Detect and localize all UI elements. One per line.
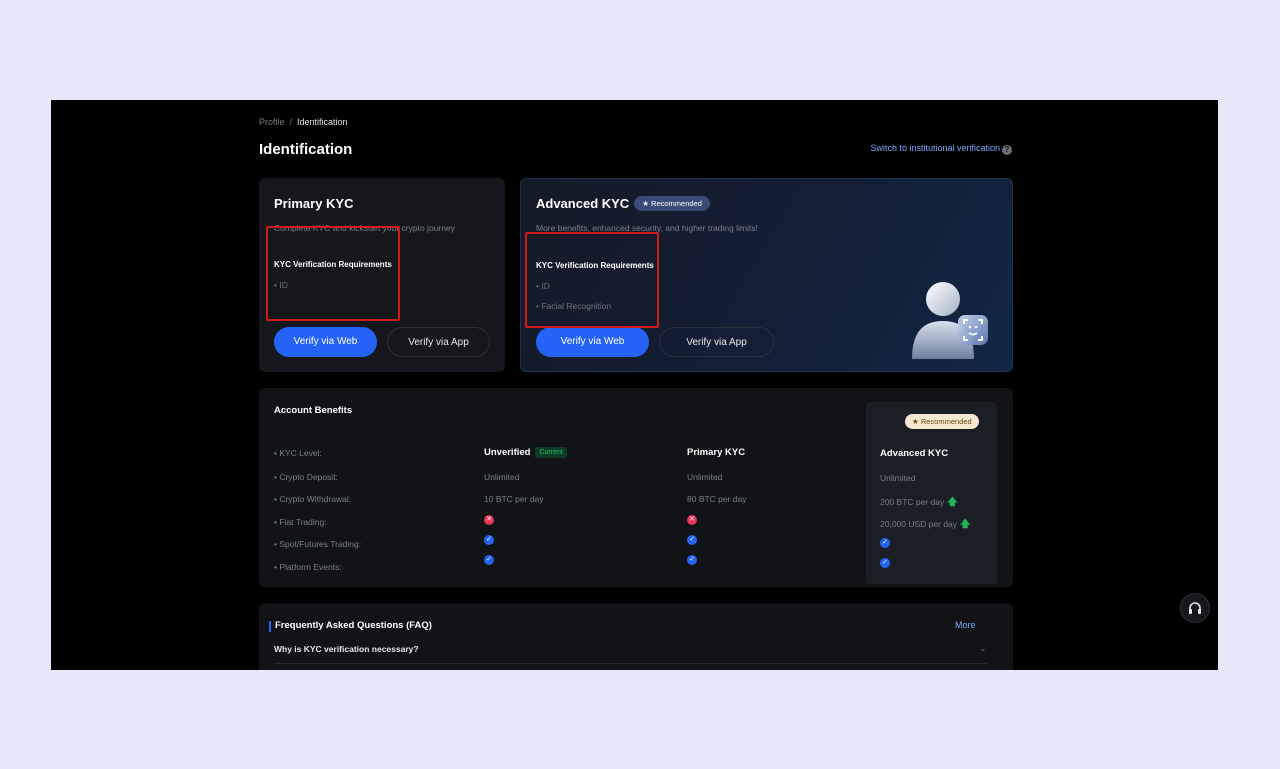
primary-verify-app-button[interactable]: Verify via App xyxy=(387,327,490,357)
switch-institutional-link[interactable]: Switch to institutional verification? xyxy=(811,143,1012,155)
app-frame: Profile / Identification Identification Sw… xyxy=(51,100,1218,670)
primary-deposit: Unlimited xyxy=(687,472,723,482)
headset-icon xyxy=(1189,602,1201,614)
breadcrumb-profile[interactable]: Profile xyxy=(259,117,285,127)
check-circle-icon: ✓ xyxy=(687,535,697,545)
advanced-recommended-label: Recommended xyxy=(920,417,972,426)
faq-divider xyxy=(274,663,987,664)
primary-requirements-highlight xyxy=(266,226,400,321)
account-benefits-title: Account Benefits xyxy=(274,405,353,416)
advanced-requirements-highlight xyxy=(525,232,659,328)
chevron-down-icon[interactable]: ⌄ xyxy=(979,643,987,654)
breadcrumb-separator: / xyxy=(289,117,293,127)
current-badge: Current xyxy=(535,447,567,458)
star-icon: ★ xyxy=(642,199,649,208)
x-circle-icon: ✕ xyxy=(687,515,697,525)
advanced-kyc-column: ★ Recommended Advanced KYC Unlimited 200… xyxy=(866,402,997,584)
benefit-label-platform-events: • Platform Events: xyxy=(274,562,342,572)
benefit-label-kyc-level: • KYC Level: xyxy=(274,448,322,458)
advanced-deposit: Unlimited xyxy=(880,473,916,483)
support-button[interactable] xyxy=(1180,593,1210,623)
page-title: Identification xyxy=(259,141,353,158)
account-benefits-panel: Account Benefits • KYC Level: • Crypto D… xyxy=(259,388,1013,587)
benefit-label-spot-futures: • Spot/Futures Trading: xyxy=(274,539,362,549)
advanced-verify-web-button[interactable]: Verify via Web xyxy=(536,327,649,357)
advanced-kyc-title: Advanced KYC ★ Recommended xyxy=(536,196,710,211)
check-circle-icon: ✓ xyxy=(880,538,890,548)
breadcrumb: Profile / Identification xyxy=(259,117,348,127)
primary-verify-web-button[interactable]: Verify via Web xyxy=(274,327,377,357)
check-circle-icon: ✓ xyxy=(484,555,494,565)
advanced-kyc-title-text: Advanced KYC xyxy=(536,196,630,211)
recommended-badge: ★ Recommended xyxy=(634,196,710,211)
advanced-withdrawal: 200 BTC per day 🡅 xyxy=(880,495,958,512)
advanced-fiat-value: 20,000 USD per day xyxy=(880,519,958,529)
faq-question[interactable]: Why is KYC verification necessary? xyxy=(274,644,419,654)
unverified-header-label: Unverified xyxy=(484,447,531,458)
faq-title: Frequently Asked Questions (FAQ) xyxy=(275,620,432,631)
x-circle-icon: ✕ xyxy=(484,515,494,525)
arrow-up-icon: 🡅 xyxy=(960,519,971,530)
faq-accent-bar xyxy=(269,621,271,632)
unverified-withdrawal: 10 BTC per day xyxy=(484,494,544,504)
faq-more-link[interactable]: More xyxy=(955,620,976,630)
faq-panel: Frequently Asked Questions (FAQ) More Wh… xyxy=(259,603,1013,670)
benefit-label-crypto-withdrawal: • Crypto Withdrawal: xyxy=(274,494,352,504)
benefit-label-crypto-deposit: • Crypto Deposit: xyxy=(274,472,338,482)
switch-institutional-label[interactable]: Switch to institutional verification xyxy=(870,143,1000,153)
advanced-recommended-badge: ★ Recommended xyxy=(905,414,979,429)
arrow-up-icon: 🡅 xyxy=(947,497,958,508)
check-circle-icon: ✓ xyxy=(687,555,697,565)
primary-kyc-header: Primary KYC xyxy=(687,447,746,458)
advanced-withdrawal-value: 200 BTC per day xyxy=(880,497,945,507)
unverified-deposit: Unlimited xyxy=(484,472,520,482)
star-icon: ★ xyxy=(912,417,919,426)
question-circle-icon[interactable]: ? xyxy=(1002,145,1012,155)
breadcrumb-current: Identification xyxy=(297,117,348,127)
face-id-user-icon xyxy=(912,282,988,359)
benefit-label-fiat-trading: • Fiat Trading: xyxy=(274,517,327,527)
primary-withdrawal: 80 BTC per day xyxy=(687,494,747,504)
recommended-badge-label: Recommended xyxy=(651,199,702,208)
primary-kyc-title: Primary KYC xyxy=(274,196,354,211)
check-circle-icon: ✓ xyxy=(880,558,890,568)
advanced-fiat: 20,000 USD per day 🡅 xyxy=(880,517,970,534)
advanced-kyc-header: Advanced KYC xyxy=(880,448,949,459)
unverified-header: Unverified Current xyxy=(484,447,567,458)
check-circle-icon: ✓ xyxy=(484,535,494,545)
advanced-verify-app-button[interactable]: Verify via App xyxy=(659,327,774,357)
